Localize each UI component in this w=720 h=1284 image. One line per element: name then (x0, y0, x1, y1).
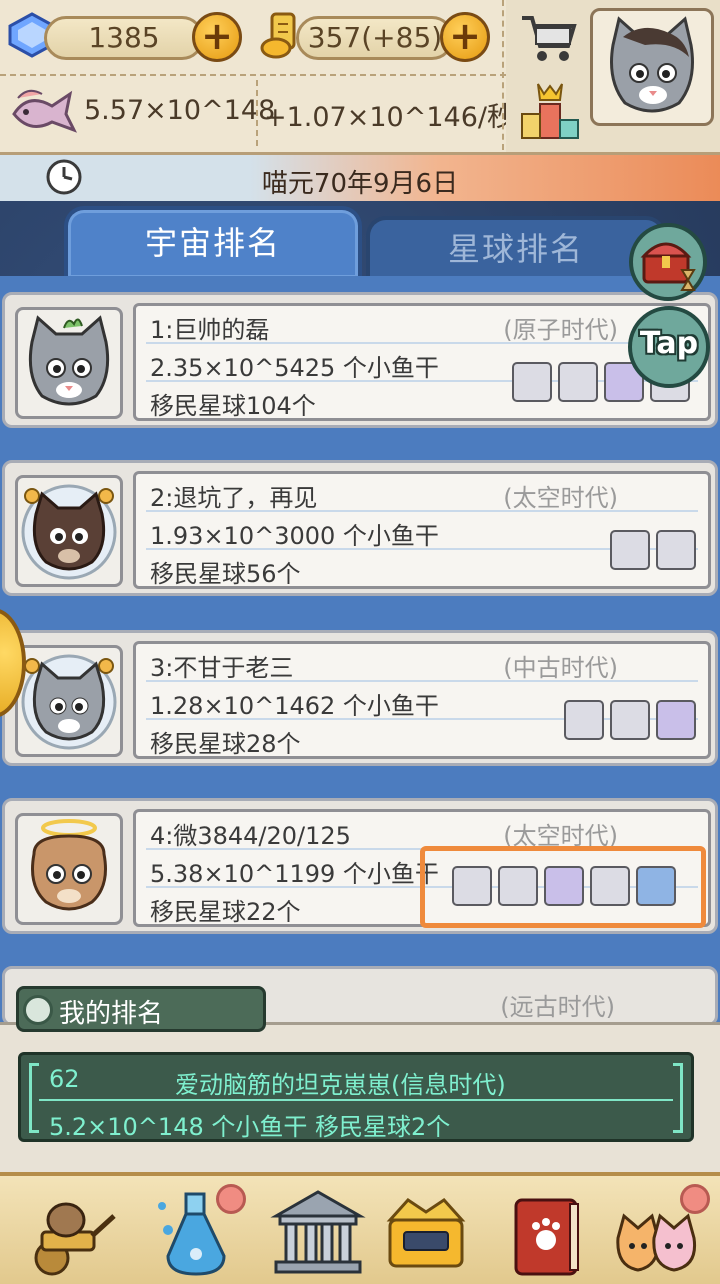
lab-icon (498, 866, 538, 906)
lab-icon (558, 362, 598, 402)
lab-icon (610, 700, 650, 740)
tab-planet-ranking[interactable]: 星球排名 (366, 216, 666, 278)
era-label: (太空时代) (503, 484, 618, 512)
tech-icons (610, 530, 696, 574)
fish-icon (8, 84, 78, 138)
rocket-icon (590, 866, 630, 906)
game-date: 喵元70年9月6日 (261, 169, 459, 199)
fish-amount: 5.38×10^1199 个小鱼干 (150, 860, 439, 888)
player-avatar[interactable] (590, 8, 714, 126)
add-scrolls-button[interactable]: + (440, 12, 490, 62)
planet-count: 移民星球28个 (150, 730, 301, 758)
fish-rate: +1.07×10^146/秒 (264, 102, 514, 133)
ranking-row[interactable]: 1:巨帅的磊 (原子时代) 2.35×10^5425 个小鱼干 移民星球104个 (2, 292, 718, 428)
date-bar-left (0, 155, 250, 201)
planet-count: 移民星球22个 (150, 898, 301, 926)
planet-count: 移民星球104个 (150, 392, 316, 420)
fish-amount: 1.93×10^3000 个小鱼干 (150, 522, 439, 550)
rank-info-panel: 1:巨帅的磊 (原子时代) 2.35×10^5425 个小鱼干 移民星球104个 (133, 303, 711, 421)
fish-amount: 1.28×10^1462 个小鱼干 (150, 692, 439, 720)
my-player-name: 爱动脑筋的坦克崽崽(信息时代) (175, 1071, 506, 1099)
my-rank-badge-icon (23, 995, 53, 1025)
era-label: (远古时代) (500, 993, 615, 1021)
coin-icon (0, 608, 26, 718)
tap-label: Tap (639, 326, 699, 361)
rank-info-panel: 3:不甘于老三 (中古时代) 1.28×10^1462 个小鱼干 移民星球28个 (133, 641, 711, 759)
treasure-chest-button[interactable] (628, 222, 708, 302)
divider (0, 74, 506, 76)
nav-treasure-box-button[interactable] (378, 1186, 474, 1280)
nav-temple-button[interactable] (270, 1186, 366, 1280)
factory-icon (564, 700, 604, 740)
avatar (15, 307, 123, 419)
player-name: 3:不甘于老三 (150, 654, 294, 682)
nav-book-button[interactable] (500, 1186, 596, 1280)
nav-cart-button[interactable] (22, 1186, 118, 1280)
notification-dot (216, 1184, 246, 1214)
bottom-navigation (0, 1172, 720, 1284)
tap-button[interactable]: Tap (628, 306, 710, 388)
factory-icon (610, 530, 650, 570)
avatar (15, 645, 123, 757)
my-rank-title: 我的排名 (59, 999, 164, 1029)
divider (256, 80, 258, 146)
atom-icon (544, 866, 584, 906)
shop-cart-button[interactable] (518, 10, 578, 68)
divider (502, 0, 504, 150)
fish-total: 5.57×10^148 (84, 95, 276, 126)
factory-icon (452, 866, 492, 906)
lab-icon (656, 530, 696, 570)
ranking-row[interactable]: 3:不甘于老三 (中古时代) 1.28×10^1462 个小鱼干 移民星球28个 (2, 630, 718, 766)
ranking-row[interactable]: 2:退坑了，再见 (太空时代) 1.93×10^3000 个小鱼干 移民星球56… (2, 460, 718, 596)
my-fish-amount: 5.2×10^148 个小鱼干 (49, 1113, 308, 1141)
my-rank-number: 62 (49, 1065, 80, 1093)
tech-icons (452, 866, 682, 910)
my-rank-header: 我的排名 (16, 986, 266, 1032)
bracket-left (29, 1063, 39, 1133)
notification-dot (680, 1184, 710, 1214)
factory-icon (512, 362, 552, 402)
my-rank-screen[interactable]: 62 爱动脑筋的坦克崽崽(信息时代) 5.2×10^148 个小鱼干 移民星球2… (18, 1052, 694, 1142)
leaderboard-podium-button[interactable] (518, 80, 582, 142)
tech-icons (564, 700, 696, 744)
scroll-count: 357(+85) (296, 16, 454, 60)
era-label: (中古时代) (503, 654, 618, 682)
date-bar: 喵元70年9月6日 (0, 155, 720, 201)
my-planet-count: 移民星球2个 (315, 1113, 451, 1141)
player-name: 1:巨帅的磊 (150, 316, 270, 344)
clock-icon (44, 157, 84, 197)
era-label: (原子时代) (503, 316, 618, 344)
side-panel (506, 0, 720, 152)
player-name: 4:微3844/20/125 (150, 822, 351, 850)
planet-count: 移民星球56个 (150, 560, 301, 588)
add-gems-button[interactable]: + (192, 12, 242, 62)
rank-info-panel: 2:退坑了，再见 (太空时代) 1.93×10^3000 个小鱼干 移民星球56… (133, 471, 711, 589)
bracket-right (673, 1063, 683, 1133)
player-name: 2:退坑了，再见 (150, 484, 318, 512)
avatar (15, 475, 123, 587)
gem-count: 1385 (44, 16, 204, 60)
avatar (15, 813, 123, 925)
atom-icon (656, 700, 696, 740)
fish-amount: 2.35×10^5425 个小鱼干 (150, 354, 439, 382)
spaceship-icon (636, 866, 676, 906)
tab-universe-ranking[interactable]: 宇宙排名 (64, 206, 362, 278)
